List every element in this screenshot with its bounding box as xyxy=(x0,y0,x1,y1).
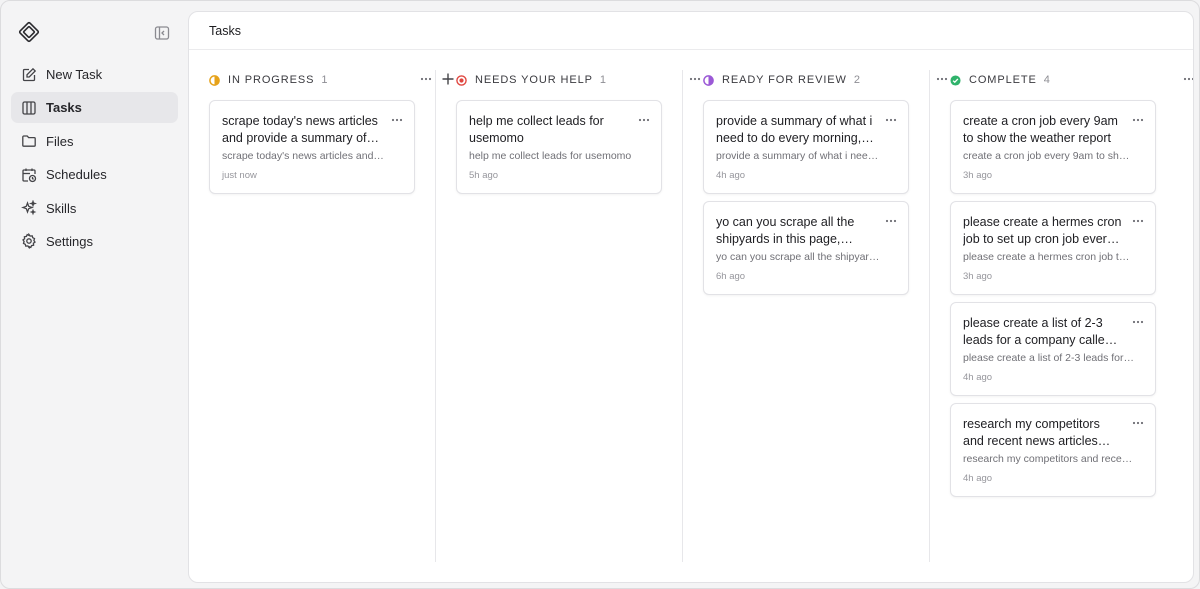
more-options-icon[interactable] xyxy=(1131,214,1145,228)
task-timestamp: 4h ago xyxy=(963,372,993,383)
column-title: IN PROGRESS xyxy=(228,74,315,86)
task-description: provide a summary of what i nee… xyxy=(716,150,879,162)
sidebar-item-label: New Task xyxy=(46,67,103,82)
column-divider xyxy=(682,70,683,562)
more-options-icon[interactable] xyxy=(884,214,898,228)
sidebar-item-label: Settings xyxy=(46,233,93,249)
columns-icon xyxy=(21,100,37,116)
column-in-progress: IN PROGRESS 1 scrape today's news articl… xyxy=(209,50,455,582)
task-timestamp: 5h ago xyxy=(469,170,499,181)
task-description: help me collect leads for usemomo xyxy=(469,150,632,162)
more-options-icon[interactable] xyxy=(688,72,702,86)
task-title: research my competitors and recent news … xyxy=(963,417,1100,448)
column-actions xyxy=(419,72,455,86)
task-timestamp: 4h ago xyxy=(963,473,993,484)
column-actions xyxy=(688,72,702,86)
calendar-clock-icon xyxy=(21,167,37,183)
column-title: COMPLETE xyxy=(969,74,1037,86)
add-task-icon[interactable] xyxy=(441,72,455,86)
column-complete: COMPLETE 4 create a cron job every 9am t… xyxy=(950,50,1193,582)
check-circle-icon xyxy=(950,74,961,86)
app-logo-icon[interactable] xyxy=(16,19,42,45)
task-timestamp: 6h ago xyxy=(716,271,746,282)
edit-icon xyxy=(21,67,37,83)
sidebar-collapse-icon[interactable] xyxy=(154,25,170,41)
column-header: NEEDS YOUR HELP 1 xyxy=(456,72,702,88)
sidebar-item-label: Files xyxy=(46,133,74,149)
task-description: create a cron job every 9am to show… xyxy=(963,150,1135,162)
task-description: research my competitors and recent… xyxy=(963,453,1135,465)
task-card[interactable]: please create a list of 2-3 leads for a … xyxy=(950,302,1156,396)
sidebar-item-files[interactable]: Files xyxy=(11,126,178,157)
more-options-icon[interactable] xyxy=(1131,113,1145,127)
column-count: 1 xyxy=(599,74,606,86)
column-needs-your-help: NEEDS YOUR HELP 1 help me collect leads … xyxy=(456,50,702,582)
task-title: please create a list of 2-3 leads for a … xyxy=(963,316,1112,347)
more-options-icon[interactable] xyxy=(637,113,651,127)
task-title: help me collect leads for usemomo xyxy=(469,114,604,145)
task-title: create a cron job every 9am to show the … xyxy=(963,114,1118,145)
sidebar-nav: New Task Tasks Files Schedules Skills Se… xyxy=(11,59,178,259)
task-timestamp: 3h ago xyxy=(963,271,993,282)
half-circle-icon xyxy=(209,74,220,86)
column-count: 2 xyxy=(853,74,860,86)
task-card[interactable]: create a cron job every 9am to show the … xyxy=(950,100,1156,194)
main-panel: Tasks IN PROGRESS 1 scrape today's news … xyxy=(188,11,1194,583)
task-card[interactable]: scrape today's news articles and provide… xyxy=(209,100,415,194)
sidebar-item-label: Tasks xyxy=(46,100,82,116)
more-options-icon[interactable] xyxy=(419,72,433,86)
more-options-icon[interactable] xyxy=(1131,416,1145,430)
more-options-icon[interactable] xyxy=(884,113,898,127)
column-divider xyxy=(929,70,930,562)
column-actions xyxy=(935,72,949,86)
sidebar-item-tasks[interactable]: Tasks xyxy=(11,92,178,124)
task-card[interactable]: help me collect leads for usemomo help m… xyxy=(456,100,662,194)
task-timestamp: 3h ago xyxy=(963,170,993,181)
more-options-icon[interactable] xyxy=(1182,72,1193,86)
more-options-icon[interactable] xyxy=(935,72,949,86)
task-card[interactable]: provide a summary of what i need to do e… xyxy=(703,100,909,194)
task-card[interactable]: research my competitors and recent news … xyxy=(950,403,1156,497)
sidebar-item-settings[interactable]: Settings xyxy=(11,226,178,257)
sidebar-item-new-task[interactable]: New Task xyxy=(11,59,178,90)
task-card[interactable]: please create a hermes cron job to set u… xyxy=(950,201,1156,295)
task-description: please create a hermes cron job to se… xyxy=(963,251,1135,263)
folder-icon xyxy=(21,133,37,149)
column-header: READY FOR REVIEW 2 xyxy=(703,72,949,88)
app-window: New Task Tasks Files Schedules Skills Se… xyxy=(0,0,1200,589)
sidebar-item-label: Schedules xyxy=(46,167,107,183)
gear-icon xyxy=(21,233,37,250)
page-title: Tasks xyxy=(189,12,1193,50)
column-ready-for-review: READY FOR REVIEW 2 provide a summary of … xyxy=(703,50,949,582)
half-circle-icon xyxy=(703,74,714,86)
task-description: please create a list of 2-3 leads for a… xyxy=(963,352,1135,364)
column-header: COMPLETE 4 xyxy=(950,72,1193,88)
column-count: 1 xyxy=(321,74,328,86)
task-title: please create a hermes cron job to set u… xyxy=(963,215,1122,246)
column-divider xyxy=(435,70,436,562)
column-count: 4 xyxy=(1043,74,1050,86)
sidebar-item-label: Skills xyxy=(46,200,77,216)
task-title: scrape today's news articles and provide… xyxy=(222,114,380,145)
target-icon xyxy=(456,74,467,86)
task-timestamp: just now xyxy=(222,170,257,181)
task-description: scrape today's news articles and… xyxy=(222,150,384,162)
task-title: provide a summary of what i need to do e… xyxy=(716,114,874,145)
task-title: yo can you scrape all the shipyards in t… xyxy=(716,215,855,246)
more-options-icon[interactable] xyxy=(1131,315,1145,329)
column-actions xyxy=(1182,72,1193,86)
more-options-icon[interactable] xyxy=(390,113,404,127)
task-description: yo can you scrape all the shipyar… xyxy=(716,251,880,263)
column-header: IN PROGRESS 1 xyxy=(209,72,455,88)
task-card[interactable]: yo can you scrape all the shipyards in t… xyxy=(703,201,909,295)
task-timestamp: 4h ago xyxy=(716,170,746,181)
sidebar-item-schedules[interactable]: Schedules xyxy=(11,159,178,190)
column-title: NEEDS YOUR HELP xyxy=(475,74,593,86)
sparkles-icon xyxy=(21,200,37,216)
kanban-board: IN PROGRESS 1 scrape today's news articl… xyxy=(189,50,1193,582)
column-title: READY FOR REVIEW xyxy=(722,74,847,86)
sidebar: New Task Tasks Files Schedules Skills Se… xyxy=(1,1,187,588)
sidebar-item-skills[interactable]: Skills xyxy=(11,193,178,224)
